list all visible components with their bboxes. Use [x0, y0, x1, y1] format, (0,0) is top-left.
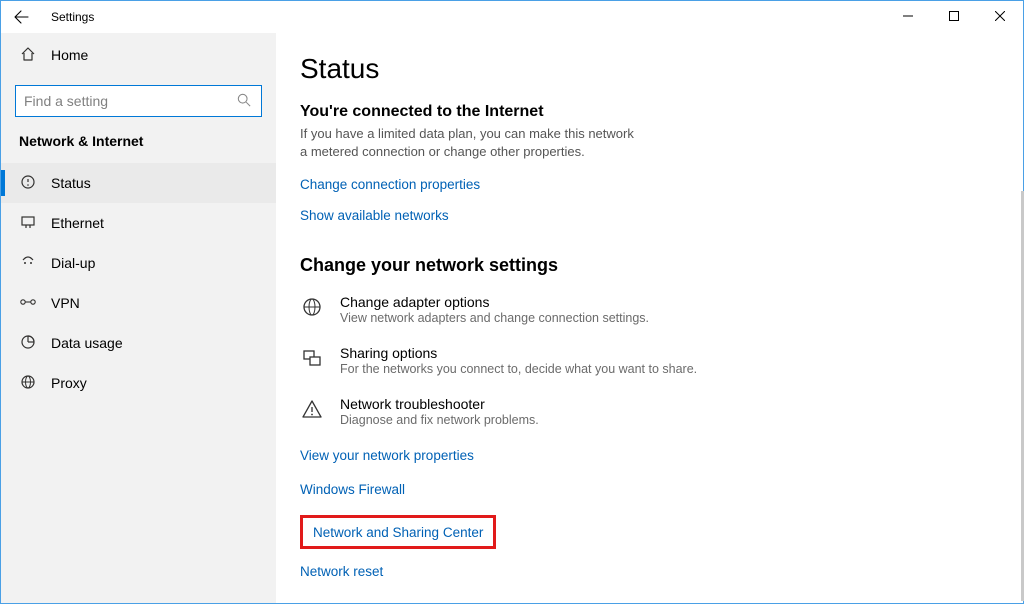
titlebar: Settings: [1, 1, 1023, 33]
option-desc: Diagnose and fix network problems.: [340, 413, 539, 427]
sidebar-item-label: Proxy: [51, 375, 87, 391]
sidebar-item-status[interactable]: Status: [1, 163, 276, 203]
close-icon: [995, 11, 1005, 21]
adapter-icon: [300, 294, 324, 325]
close-button[interactable]: [977, 1, 1023, 31]
link-view-properties[interactable]: View your network properties: [300, 448, 474, 463]
sidebar-item-proxy[interactable]: Proxy: [1, 363, 276, 403]
back-button[interactable]: [1, 1, 41, 33]
sidebar-item-datausage[interactable]: Data usage: [1, 323, 276, 363]
sidebar-item-dialup[interactable]: Dial-up: [1, 243, 276, 283]
highlight-network-sharing-center: Network and Sharing Center: [300, 515, 496, 549]
sidebar-item-label: Status: [51, 175, 91, 191]
connected-desc: If you have a limited data plan, you can…: [300, 125, 640, 161]
sidebar: Home Network & Internet Status Ethern: [1, 33, 276, 603]
sidebar-home-label: Home: [51, 47, 88, 63]
content-pane: Status You're connected to the Internet …: [276, 33, 1023, 603]
back-arrow-icon: [13, 9, 29, 25]
option-change-adapter[interactable]: Change adapter options View network adap…: [300, 294, 983, 325]
option-sharing[interactable]: Sharing options For the networks you con…: [300, 345, 983, 376]
option-troubleshooter[interactable]: Network troubleshooter Diagnose and fix …: [300, 396, 983, 427]
page-title: Status: [300, 53, 983, 85]
proxy-icon: [19, 374, 37, 393]
minimize-icon: [903, 11, 913, 21]
link-change-connection-properties[interactable]: Change connection properties: [300, 177, 983, 192]
connected-heading: You're connected to the Internet: [300, 103, 983, 121]
window-title: Settings: [51, 10, 94, 24]
section-heading-network-settings: Change your network settings: [300, 255, 983, 276]
sidebar-item-label: Dial-up: [51, 255, 95, 271]
sidebar-item-label: Ethernet: [51, 215, 104, 231]
sidebar-category: Network & Internet: [1, 127, 276, 163]
option-desc: View network adapters and change connect…: [340, 311, 649, 325]
sidebar-item-ethernet[interactable]: Ethernet: [1, 203, 276, 243]
sidebar-item-label: Data usage: [51, 335, 123, 351]
search-input[interactable]: [24, 93, 237, 109]
link-windows-firewall[interactable]: Windows Firewall: [300, 482, 405, 497]
link-list: View your network properties Windows Fir…: [300, 447, 983, 597]
option-title: Sharing options: [340, 345, 697, 361]
troubleshoot-icon: [300, 396, 324, 427]
home-icon: [19, 46, 37, 65]
ethernet-icon: [19, 214, 37, 233]
link-network-sharing-center[interactable]: Network and Sharing Center: [313, 525, 483, 540]
vpn-icon: [19, 295, 37, 311]
maximize-icon: [949, 11, 959, 21]
sidebar-item-home[interactable]: Home: [1, 33, 276, 77]
sidebar-item-label: VPN: [51, 295, 80, 311]
link-network-reset[interactable]: Network reset: [300, 564, 383, 579]
dialup-icon: [19, 254, 37, 273]
search-input-wrap[interactable]: [15, 85, 262, 117]
settings-window: Settings Home: [0, 0, 1024, 604]
link-show-available-networks[interactable]: Show available networks: [300, 208, 983, 223]
sidebar-item-vpn[interactable]: VPN: [1, 283, 276, 323]
option-title: Network troubleshooter: [340, 396, 539, 412]
minimize-button[interactable]: [885, 1, 931, 31]
status-icon: [19, 174, 37, 193]
search-icon: [237, 93, 253, 109]
option-title: Change adapter options: [340, 294, 649, 310]
option-desc: For the networks you connect to, decide …: [340, 362, 697, 376]
maximize-button[interactable]: [931, 1, 977, 31]
data-usage-icon: [19, 334, 37, 353]
sharing-icon: [300, 345, 324, 376]
